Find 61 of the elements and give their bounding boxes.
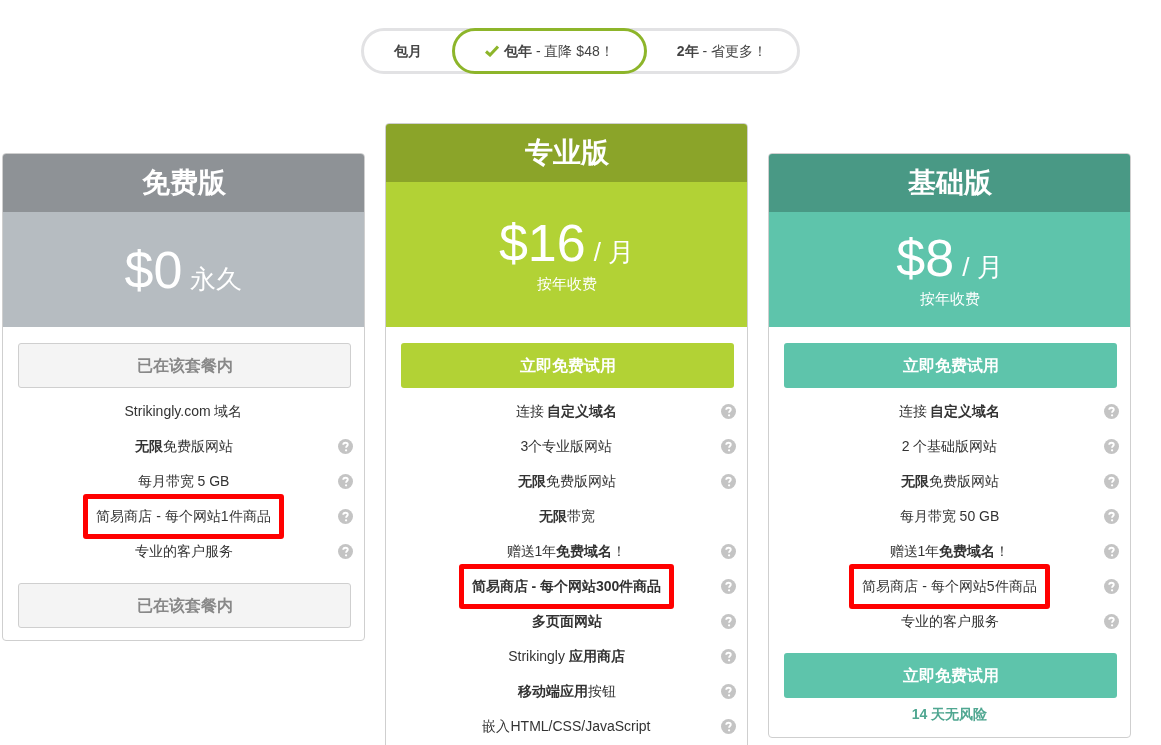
free-trial-button[interactable]: 立即免费试用 [784, 343, 1117, 388]
help-icon[interactable] [721, 404, 736, 419]
feature-text: 多页面网站 [531, 612, 602, 631]
feature-text: 无限免费版网站 [517, 472, 616, 491]
free-trial-button[interactable]: 立即免费试用 [401, 343, 734, 388]
feature-text: 连接 自定义域名 [898, 402, 1001, 421]
help-icon[interactable] [721, 719, 736, 734]
help-icon[interactable] [338, 439, 353, 454]
feature-text: 每月带宽 5 GB [137, 472, 230, 491]
help-icon[interactable] [721, 684, 736, 699]
feature-text: Strikingly 应用商店 [508, 647, 625, 666]
billing-note: 按年收费 [536, 274, 597, 295]
plan-name: 免费版 [3, 154, 364, 212]
feature-text: 赠送1年免费域名！ [506, 542, 627, 561]
help-icon[interactable] [721, 544, 736, 559]
help-icon[interactable] [721, 579, 736, 594]
help-icon[interactable] [721, 649, 736, 664]
feature-text: 2 个基础版网站 [901, 437, 998, 456]
feature-text: 简易商店 - 每个网站300件商品 [458, 564, 675, 609]
feature-text: 无限免费版网站 [900, 472, 999, 491]
billing-tab[interactable]: 包月 [364, 40, 452, 62]
feature-text: 嵌入HTML/CSS/JavaScript [482, 717, 651, 736]
price-period: / 月 [962, 251, 1003, 285]
check-icon [485, 45, 499, 57]
help-icon[interactable] [1104, 579, 1119, 594]
billing-tab[interactable]: 包年 - 直降 $48！ [452, 28, 647, 74]
help-icon[interactable] [721, 614, 736, 629]
help-icon[interactable] [1104, 614, 1119, 629]
help-icon[interactable] [338, 544, 353, 559]
feature-text: 赠送1年免费域名！ [889, 542, 1010, 561]
billing-tab[interactable]: 2年 - 省更多！ [646, 40, 797, 62]
feature-text: 简易商店 - 每个网站1件商品 [83, 494, 284, 539]
price: $0 [124, 239, 183, 300]
help-icon[interactable] [1104, 509, 1119, 524]
price: $16 [498, 213, 586, 274]
price: $8 [896, 228, 955, 289]
help-icon[interactable] [721, 439, 736, 454]
feature-text: 每月带宽 50 GB [899, 507, 1000, 526]
help-icon[interactable] [1104, 439, 1119, 454]
free-trial-button[interactable]: 立即免费试用 [784, 653, 1117, 698]
help-icon[interactable] [1104, 404, 1119, 419]
plan-name: 基础版 [769, 154, 1130, 212]
feature-text: 移动端应用按钮 [517, 682, 616, 701]
price-period: / 月 [593, 236, 635, 270]
help-icon[interactable] [338, 509, 353, 524]
feature-text: 简易商店 - 每个网站5件商品 [849, 564, 1050, 609]
help-icon[interactable] [338, 474, 353, 489]
billing-note: 按年收费 [919, 289, 980, 310]
help-icon[interactable] [1104, 544, 1119, 559]
help-icon[interactable] [1104, 474, 1119, 489]
feature-text: 专业的客户服务 [900, 612, 999, 631]
feature-text: 连接 自定义域名 [515, 402, 618, 421]
feature-text: 无限带宽 [538, 507, 595, 526]
feature-text: 3个专业版网站 [520, 437, 613, 456]
risk-free-note: 14 天无风险 [910, 705, 989, 724]
plan-name: 专业版 [386, 124, 747, 182]
price-period: 永久 [190, 262, 243, 296]
feature-text: 专业的客户服务 [134, 542, 233, 561]
feature-text: Strikingly.com 域名 [124, 402, 243, 421]
feature-text: 无限免费版网站 [134, 437, 233, 456]
help-icon[interactable] [721, 474, 736, 489]
